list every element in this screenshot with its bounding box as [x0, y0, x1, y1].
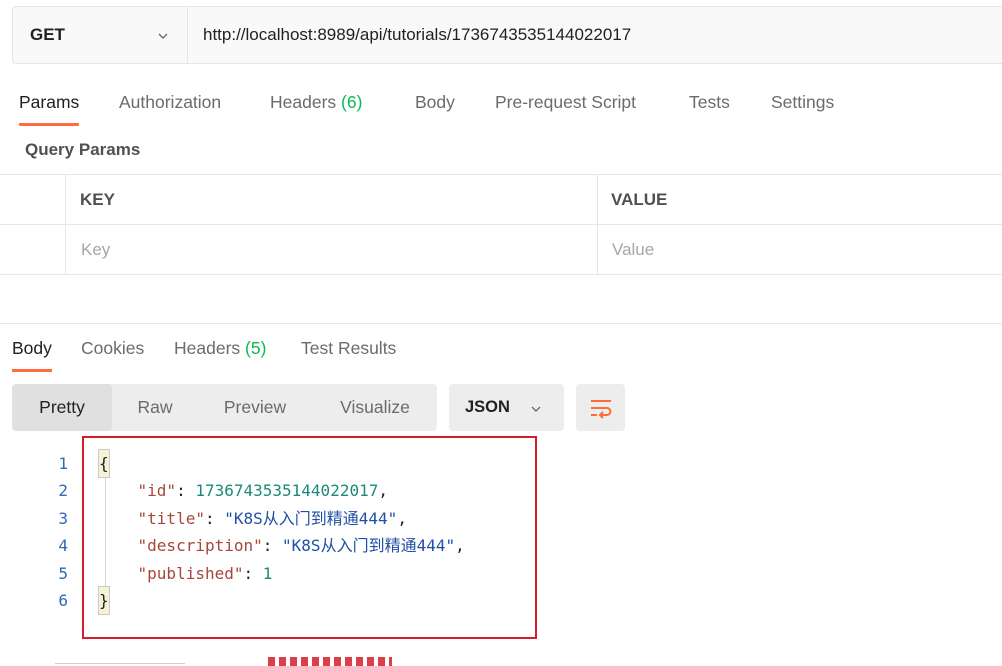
tab-label: Tests [689, 92, 730, 112]
view-pretty-button[interactable]: Pretty [12, 384, 112, 431]
tab-label: Headers [174, 338, 246, 358]
tab-label: Authorization [119, 92, 222, 112]
request-bar: GET http://localhost:8989/api/tutorials/… [12, 6, 1002, 64]
tab-label: Test Results [301, 338, 397, 358]
request-tabs: Params Authorization Headers (6) Body Pr… [0, 88, 1002, 128]
tab-label: Headers [270, 92, 342, 112]
tab-response-body[interactable]: Body [12, 336, 52, 372]
url-input[interactable]: http://localhost:8989/api/tutorials/1736… [188, 7, 631, 63]
line-number: 3 [58, 508, 68, 528]
tab-label: Params [19, 92, 80, 112]
tab-count: (6) [341, 92, 363, 112]
annotation-highlight-box [82, 436, 537, 639]
tab-params[interactable]: Params [19, 88, 80, 126]
view-visualize-button[interactable]: Visualize [324, 384, 426, 431]
chevron-down-icon [158, 33, 168, 39]
table-row: Key Value [0, 225, 1002, 275]
query-params-table: KEY VALUE Key Value [0, 174, 1002, 275]
column-header-value: VALUE [611, 190, 668, 209]
column-header-key: KEY [80, 190, 115, 209]
table-col-divider [65, 175, 66, 224]
tab-pre-request-script[interactable]: Pre-request Script [495, 88, 636, 126]
tab-label: Settings [771, 92, 835, 112]
key-input[interactable]: Key [81, 225, 110, 275]
tab-label: Pre-request Script [495, 92, 637, 112]
chevron-down-icon [531, 406, 541, 412]
line-number: 4 [58, 536, 68, 556]
table-col-divider [597, 225, 598, 274]
line-number: 6 [58, 591, 68, 610]
method-select[interactable]: GET [13, 7, 188, 63]
tab-cookies[interactable]: Cookies [81, 336, 144, 372]
tab-label: Body [12, 338, 52, 358]
cut-off-annotation [268, 657, 392, 666]
format-label: JSON [465, 398, 510, 416]
line-number: 1 [58, 454, 68, 473]
table-col-divider [597, 175, 598, 224]
tab-settings[interactable]: Settings [771, 88, 834, 126]
tab-label: Body [415, 92, 455, 112]
word-wrap-icon [590, 399, 611, 419]
bottom-overflow [0, 655, 1002, 666]
table-header-row: KEY VALUE [0, 175, 1002, 225]
word-wrap-button[interactable] [576, 384, 625, 431]
view-preview-button[interactable]: Preview [208, 384, 302, 431]
pane-divider[interactable] [0, 323, 1002, 324]
line-number: 2 [58, 481, 68, 501]
value-input[interactable]: Value [612, 225, 654, 275]
format-select[interactable]: JSON [449, 384, 564, 431]
tab-count: (5) [245, 338, 267, 358]
tab-headers[interactable]: Headers (6) [270, 88, 362, 126]
query-params-title: Query Params [25, 140, 141, 159]
tab-response-headers[interactable]: Headers (5) [174, 336, 266, 372]
view-raw-button[interactable]: Raw [122, 384, 188, 431]
tab-label: Cookies [81, 338, 145, 358]
line-number: 5 [58, 563, 68, 583]
tab-authorization[interactable]: Authorization [119, 88, 221, 126]
view-mode-toggle: Pretty Raw Preview Visualize [12, 384, 437, 431]
tab-body[interactable]: Body [415, 88, 455, 126]
tab-test-results[interactable]: Test Results [301, 336, 396, 372]
table-col-divider [65, 225, 66, 274]
tab-tests[interactable]: Tests [689, 88, 730, 126]
method-label: GET [30, 25, 65, 44]
response-tabs: Body Cookies Headers (5) Test Results [0, 336, 1002, 376]
